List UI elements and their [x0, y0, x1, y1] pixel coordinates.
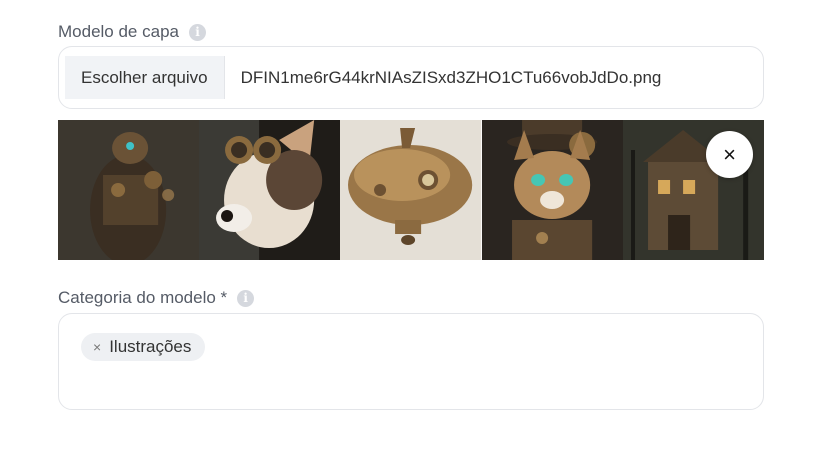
- tag-chip: × Ilustrações: [81, 333, 206, 361]
- cover-field-label: Modelo de capa: [58, 22, 179, 41]
- cover-image-preview: [58, 120, 764, 260]
- category-field-label-row: Categoria do modelo * i: [58, 288, 255, 308]
- selected-file-name: DFIN1me6rG44krNIAsZISxd3ZHO1CTu66vobJdDo…: [240, 67, 662, 87]
- remove-image-button[interactable]: ×: [706, 131, 753, 178]
- preview-tile-steampunk-figure: [58, 120, 200, 260]
- tag-label: Ilustrações: [109, 337, 192, 356]
- preview-tile-steampunk-cat: [481, 120, 623, 260]
- cover-file-input[interactable]: Escolher arquivo DFIN1me6rG44krNIAsZISxd…: [58, 46, 764, 109]
- remove-tag-icon[interactable]: ×: [93, 339, 101, 355]
- preview-tile-steampunk-airship: [340, 120, 482, 260]
- category-tags-input[interactable]: × Ilustrações: [58, 313, 764, 410]
- choose-file-button[interactable]: Escolher arquivo: [65, 56, 225, 99]
- preview-tile-steampunk-dog: [199, 120, 341, 260]
- category-field-label: Categoria do modelo *: [58, 288, 228, 307]
- close-icon: ×: [723, 141, 736, 167]
- info-icon[interactable]: i: [188, 23, 206, 41]
- info-icon[interactable]: i: [237, 289, 255, 307]
- cover-field-label-row: Modelo de capa i: [58, 22, 206, 42]
